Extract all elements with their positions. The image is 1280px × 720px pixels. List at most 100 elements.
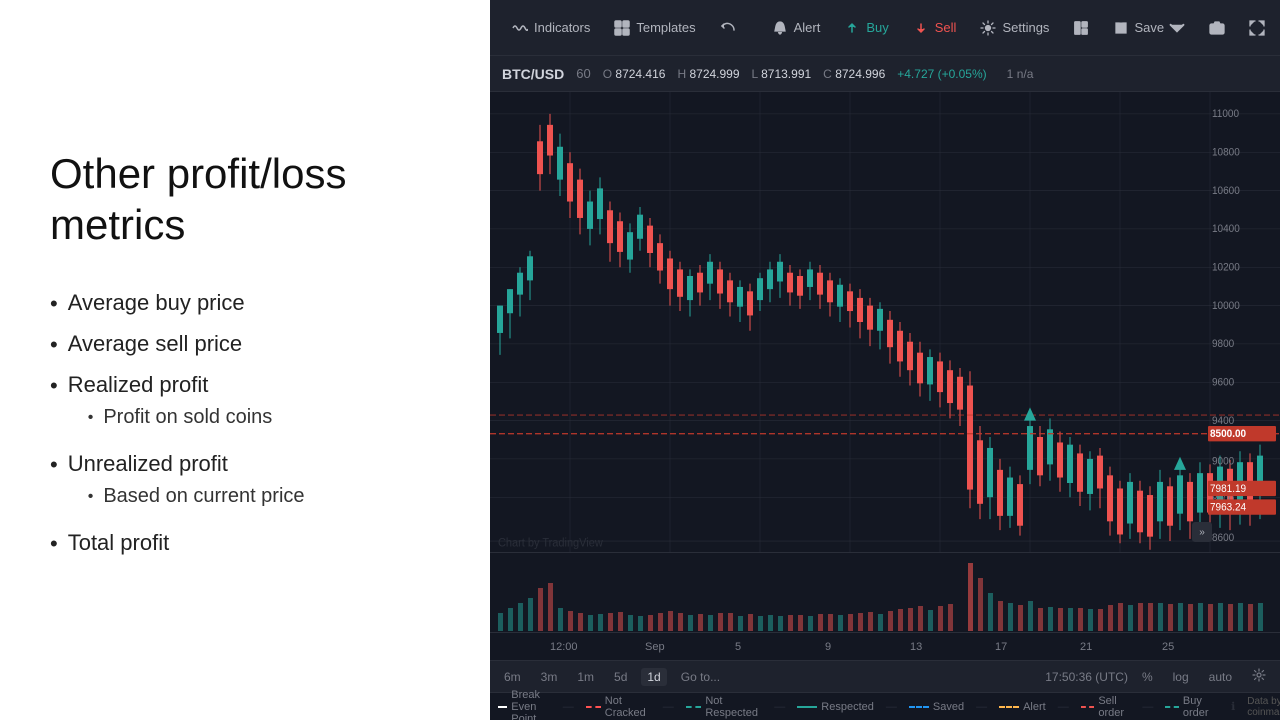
fullscreen-icon bbox=[1249, 20, 1265, 36]
svg-text:9600: 9600 bbox=[1212, 377, 1234, 388]
chart-panel: Indicators Templates Alert bbox=[490, 0, 1280, 720]
legend-bar: Break Even Point — Not Cracked — Not Res… bbox=[490, 692, 1280, 720]
time-label-25: 25 bbox=[1162, 641, 1174, 653]
slide-content: Other profit/lossmetrics Average buy pri… bbox=[50, 149, 440, 571]
timeframe[interactable]: 60 bbox=[576, 66, 590, 81]
layout-icon-button[interactable] bbox=[1063, 14, 1099, 42]
save-button[interactable]: Save bbox=[1103, 15, 1195, 41]
ohlc-open: O 8724.416 bbox=[603, 67, 666, 81]
wave-icon bbox=[512, 20, 528, 36]
chart-main[interactable]: 11000 10800 10600 10400 10200 10000 9800… bbox=[490, 92, 1280, 552]
svg-text:10000: 10000 bbox=[1212, 301, 1240, 312]
camera-button[interactable] bbox=[1199, 14, 1235, 42]
timeframe-6m[interactable]: 6m bbox=[498, 668, 527, 686]
save-icon bbox=[1113, 20, 1129, 36]
ohlc-close: C 8724.996 bbox=[823, 67, 885, 81]
volume-chart bbox=[490, 552, 1280, 632]
legend-sell-order: Sell order bbox=[1081, 695, 1131, 719]
alert-button[interactable]: Alert bbox=[762, 14, 831, 42]
slide-title: Other profit/lossmetrics bbox=[50, 149, 440, 250]
svg-text:8500.00: 8500.00 bbox=[1210, 429, 1246, 440]
legend-alert: Alert bbox=[999, 701, 1046, 713]
ohlc-high: H 8724.999 bbox=[677, 67, 739, 81]
layout-icon bbox=[1073, 20, 1089, 36]
gear-icon bbox=[980, 20, 996, 36]
timeframe-1d[interactable]: 1d bbox=[641, 668, 666, 686]
chevron-down-icon bbox=[1169, 20, 1185, 36]
top-toolbar: Indicators Templates Alert bbox=[490, 0, 1280, 56]
buy-icon bbox=[844, 20, 860, 36]
sell-icon bbox=[913, 20, 929, 36]
time-axis: 12:00 Sep 5 9 13 17 21 25 bbox=[490, 632, 1280, 660]
legend-not-respected: Not Respected bbox=[686, 695, 763, 719]
bullet-list: Average buy price Average sell price Rea… bbox=[50, 290, 440, 557]
indicators-button[interactable]: Indicators bbox=[502, 14, 600, 42]
list-item-avg-buy: Average buy price bbox=[50, 290, 440, 317]
collapse-button[interactable]: » bbox=[1192, 522, 1212, 542]
timeframe-1m[interactable]: 1m bbox=[571, 668, 600, 686]
list-item-total: Total profit bbox=[50, 530, 440, 557]
legend-not-cracked: Not Cracked bbox=[586, 695, 651, 719]
bottom-right-controls: 17:50:36 (UTC) % log auto bbox=[1045, 666, 1272, 687]
time-label-1200: 12:00 bbox=[550, 641, 578, 653]
time-label-21: 21 bbox=[1080, 641, 1092, 653]
legend-break-even: Break Even Point bbox=[498, 689, 551, 720]
candles bbox=[497, 114, 1263, 550]
settings-button[interactable]: Settings bbox=[970, 14, 1059, 42]
svg-text:10200: 10200 bbox=[1212, 262, 1240, 273]
svg-text:9400: 9400 bbox=[1212, 416, 1234, 427]
svg-text:10800: 10800 bbox=[1212, 147, 1240, 158]
templates-icon bbox=[614, 20, 630, 36]
legend-buy-order: Buy order bbox=[1165, 695, 1215, 719]
sub-item-current-price: Based on current price bbox=[68, 485, 305, 508]
toolbar-right: Save bbox=[1063, 14, 1275, 42]
legend-saved: Saved bbox=[909, 701, 964, 713]
svg-text:9000: 9000 bbox=[1212, 456, 1234, 467]
svg-text:10400: 10400 bbox=[1212, 224, 1240, 235]
templates-button[interactable]: Templates bbox=[604, 14, 705, 42]
multiplier: 1 n/a bbox=[1007, 67, 1034, 81]
list-item-realized: Realized profit Profit on sold coins bbox=[50, 372, 440, 437]
time-label-5: 5 bbox=[735, 641, 741, 653]
sell-button[interactable]: Sell bbox=[903, 14, 967, 42]
goto-button[interactable]: Go to... bbox=[675, 668, 726, 686]
timestamp: 17:50:36 (UTC) bbox=[1045, 670, 1128, 684]
time-label-9: 9 bbox=[825, 641, 831, 653]
time-label-sep: Sep bbox=[645, 641, 665, 653]
list-item-unrealized: Unrealized profit Based on current price bbox=[50, 451, 440, 516]
slide-panel: Other profit/lossmetrics Average buy pri… bbox=[0, 0, 490, 720]
buy-signal-1 bbox=[1024, 407, 1036, 420]
log-button[interactable]: log bbox=[1167, 668, 1195, 686]
fullscreen-button[interactable] bbox=[1239, 14, 1275, 42]
settings-gear-button[interactable] bbox=[1246, 666, 1272, 687]
svg-text:7963.24: 7963.24 bbox=[1210, 502, 1246, 513]
data-attribution: Data by: coinmarketcap bbox=[1247, 696, 1280, 718]
svg-text:10600: 10600 bbox=[1212, 186, 1240, 197]
time-label-13: 13 bbox=[910, 641, 922, 653]
svg-text:11000: 11000 bbox=[1212, 109, 1239, 120]
legend-respected: Respected bbox=[797, 701, 874, 713]
price-change: +4.727 (+0.05%) bbox=[897, 67, 986, 81]
bell-icon bbox=[772, 20, 788, 36]
undo-button[interactable] bbox=[710, 14, 746, 42]
timeframe-3m[interactable]: 3m bbox=[535, 668, 564, 686]
svg-text:9800: 9800 bbox=[1212, 339, 1234, 350]
list-item-avg-sell: Average sell price bbox=[50, 331, 440, 358]
symbol-bar: BTC/USD 60 O 8724.416 H 8724.999 L 8713.… bbox=[490, 56, 1280, 92]
bottom-toolbar: 6m 3m 1m 5d 1d Go to... 17:50:36 (UTC) %… bbox=[490, 660, 1280, 692]
auto-button[interactable]: auto bbox=[1203, 668, 1238, 686]
ohlc-low: L 8713.991 bbox=[752, 67, 812, 81]
symbol-name[interactable]: BTC/USD bbox=[502, 66, 564, 82]
undo-icon bbox=[720, 20, 736, 36]
buy-button[interactable]: Buy bbox=[834, 14, 898, 42]
sub-item-profit-sold: Profit on sold coins bbox=[68, 406, 273, 429]
svg-text:Chart by TradingView: Chart by TradingView bbox=[498, 537, 603, 550]
percent-button[interactable]: % bbox=[1136, 668, 1159, 686]
timeframe-5d[interactable]: 5d bbox=[608, 668, 633, 686]
svg-text:7981.19: 7981.19 bbox=[1210, 483, 1246, 494]
svg-text:8600: 8600 bbox=[1212, 533, 1234, 544]
settings-gear-icon bbox=[1252, 668, 1266, 682]
info-icon[interactable]: ℹ bbox=[1231, 700, 1235, 713]
time-label-17: 17 bbox=[995, 641, 1007, 653]
camera-icon bbox=[1209, 20, 1225, 36]
